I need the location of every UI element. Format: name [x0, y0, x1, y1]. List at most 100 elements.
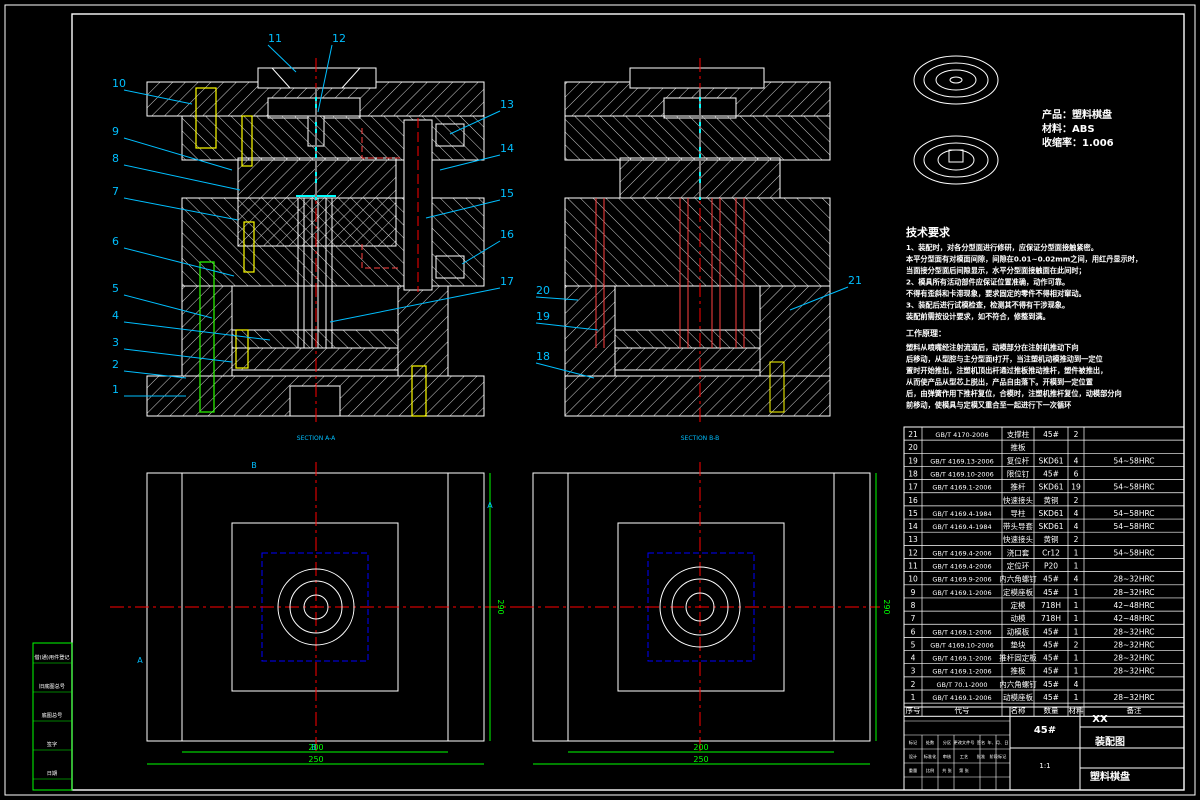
- bom-cell: 718H: [1041, 614, 1061, 623]
- title-small-label: 年、月、日: [988, 739, 1009, 746]
- side-stamp-label: 签字: [47, 740, 57, 748]
- plan-view-moving-half[interactable]: [110, 462, 520, 752]
- bom-row: 3 GB/T 4169.1-2006 推板 45# 1 28~32HRC: [911, 666, 1155, 676]
- bom-cell: 42~48HRC: [1113, 601, 1154, 610]
- bom-cell: GB/T 4169.4-2006: [932, 549, 991, 557]
- bom-cell: GB/T 4169.1-2006: [932, 589, 991, 597]
- callout-number-9: 9: [112, 125, 119, 138]
- work-process-title: 工作原理：: [906, 328, 946, 338]
- bom-cell: 推杆固定板: [999, 653, 1037, 663]
- tech-requirement-line: 当面接分型面后间隙显示，水平分型面接触面在此间时；: [906, 266, 1086, 275]
- bom-cell: 4: [1074, 522, 1079, 531]
- work-process-line: 塑料从喷嘴经注射流道后，动模部分在注射机推动下向: [906, 343, 1079, 352]
- bom-cell: 4: [911, 654, 916, 663]
- callout-number-20: 20: [536, 284, 550, 297]
- bom-cell: 推板: [1011, 442, 1027, 452]
- bom-cell: 18: [908, 469, 918, 478]
- tech-requirement-line: 装配前需按设计要求，如不符合，修整到满。: [906, 312, 1050, 321]
- work-process-line: 后，由弹簧作用下推杆复位，合模时，注塑机推杆复位，动模部分向: [906, 389, 1122, 398]
- bom-cell: 45#: [1043, 575, 1059, 584]
- callout-number-7: 7: [112, 185, 119, 198]
- callout-number-6: 6: [112, 235, 119, 248]
- bom-cell: 2: [911, 680, 916, 689]
- bom-cell: 2: [1074, 430, 1079, 439]
- bom-cell: GB/T 4169.10-2006: [930, 470, 994, 478]
- title-small-label: 阶段标记: [990, 753, 1008, 760]
- bom-cell: 内六角螺钉: [999, 679, 1037, 689]
- bom-row: 8 定模 718H 1 42~48HRC: [911, 600, 1155, 610]
- title-small-label: 审核: [943, 753, 952, 760]
- callout-number-19: 19: [536, 310, 550, 323]
- bom-row: 10 GB/T 4169.9-2006 内六角螺钉 45# 4 28~32HRC: [908, 574, 1154, 584]
- product-shrinkage: 收缩率：1.006: [1042, 136, 1114, 149]
- bom-cell: 1: [1074, 667, 1079, 676]
- bom-cell: 42~48HRC: [1113, 614, 1154, 623]
- callout-number-3: 3: [112, 336, 119, 349]
- title-small-label: 设计: [909, 753, 917, 760]
- title-block: 45# XX 装配图塑料棋盘 1:1 标记 处数 分区 更改文件号 签名 年、月、日设计 标准化 审核…: [903, 706, 1185, 791]
- bom-cell: 54~58HRC: [1113, 456, 1154, 465]
- bom-cell: 9: [911, 588, 916, 597]
- bom-cell: 28~32HRC: [1113, 654, 1154, 663]
- title-small-label: 签名: [977, 739, 985, 746]
- bom-cell: 28~32HRC: [1113, 640, 1154, 649]
- bom-cell: 45#: [1043, 588, 1059, 597]
- section-b-b-view[interactable]: [564, 58, 831, 424]
- tech-requirement-line: 3、装配后进行试模检查，检测其不得有干涉现象。: [906, 301, 1069, 310]
- side-stamp-label: 旧底图总号: [39, 682, 65, 690]
- bom-cell: 16: [908, 496, 918, 505]
- title-small-label: 批准: [977, 753, 985, 760]
- title-material: 45#: [1034, 725, 1056, 736]
- bom-cell: 6: [1074, 469, 1079, 478]
- bom-cell: 复位杆: [1007, 455, 1030, 465]
- callout-number-2: 2: [112, 358, 119, 371]
- product-name: 产品：塑料棋盘: [1042, 108, 1112, 121]
- bom-cell: GB/T 4169.1-2006: [932, 484, 991, 492]
- bom-row: 4 GB/T 4169.1-2006 推杆固定板 45# 1 28~32HRC: [911, 653, 1155, 663]
- title-company: XX: [1092, 714, 1108, 725]
- callout-number-5: 5: [112, 282, 119, 295]
- title-small-label: 分区: [943, 739, 951, 746]
- section-b-b-label: SECTION B-B: [681, 435, 720, 442]
- cad-drawing-canvas[interactable]: 借(通)用件登记旧底图总号底图总号签字日期 21 GB/T 4170-2006 支撑…: [0, 0, 1200, 800]
- bom-cell: 1: [1074, 627, 1079, 636]
- bom-cell: 718H: [1041, 601, 1061, 610]
- bom-cell: 5: [911, 640, 916, 649]
- bom-cell: 1: [1074, 614, 1079, 623]
- tech-requirement-line: 2、模具所有活动部件应保证位置准确，动作可靠。: [906, 278, 1069, 287]
- bom-cell: 45#: [1043, 627, 1059, 636]
- bom-cell: 54~58HRC: [1113, 509, 1154, 518]
- callout-number-18: 18: [536, 350, 550, 363]
- callout-number-17: 17: [500, 275, 514, 288]
- title-small-label: 第 张: [959, 767, 970, 774]
- bom-cell: 快速接头: [1003, 534, 1033, 544]
- bom-cell: 13: [908, 535, 918, 544]
- bom-cell: 45#: [1043, 654, 1059, 663]
- callout-number-16: 16: [500, 228, 514, 241]
- bom-cell: 45#: [1043, 640, 1059, 649]
- bom-cell: 2: [1074, 535, 1079, 544]
- plan-view-fixed-half[interactable]: [520, 462, 880, 752]
- bom-cell: GB/T 4169.13-2006: [930, 457, 994, 465]
- dimension-290-left: 290: [496, 599, 505, 614]
- bom-cell: 4: [1074, 575, 1079, 584]
- work-process-line: 前移动，使模具与定模又重合至一起进行下一次循环: [906, 401, 1071, 410]
- bom-cell: 1: [1074, 562, 1079, 571]
- callout-leader-8: [123, 164, 241, 191]
- bom-cell: 定模座板: [1003, 587, 1033, 597]
- bom-cell: 28~32HRC: [1113, 575, 1154, 584]
- product-material: 材料：ABS: [1042, 122, 1095, 135]
- dimension-290-right: 290: [882, 599, 891, 614]
- bom-cell: 54~58HRC: [1113, 522, 1154, 531]
- bom-table: 21 GB/T 4170-2006 支撑柱 45# 220 推板19 GB/T 4169.1…: [903, 426, 1185, 717]
- bom-cell: 4: [1074, 456, 1079, 465]
- bom-cell: 19: [908, 456, 918, 465]
- bom-cell: GB/T 70.1-2000: [936, 681, 987, 689]
- callout-number-13: 13: [500, 98, 514, 111]
- section-a-a-view[interactable]: [146, 58, 485, 424]
- bom-cell: 12: [908, 548, 918, 557]
- bom-cell: 45#: [1043, 430, 1059, 439]
- bom-cell: GB/T 4169.4-1984: [932, 523, 991, 531]
- title-small-label: 处数: [926, 739, 935, 746]
- bom-cell: 动模座板: [1003, 692, 1033, 702]
